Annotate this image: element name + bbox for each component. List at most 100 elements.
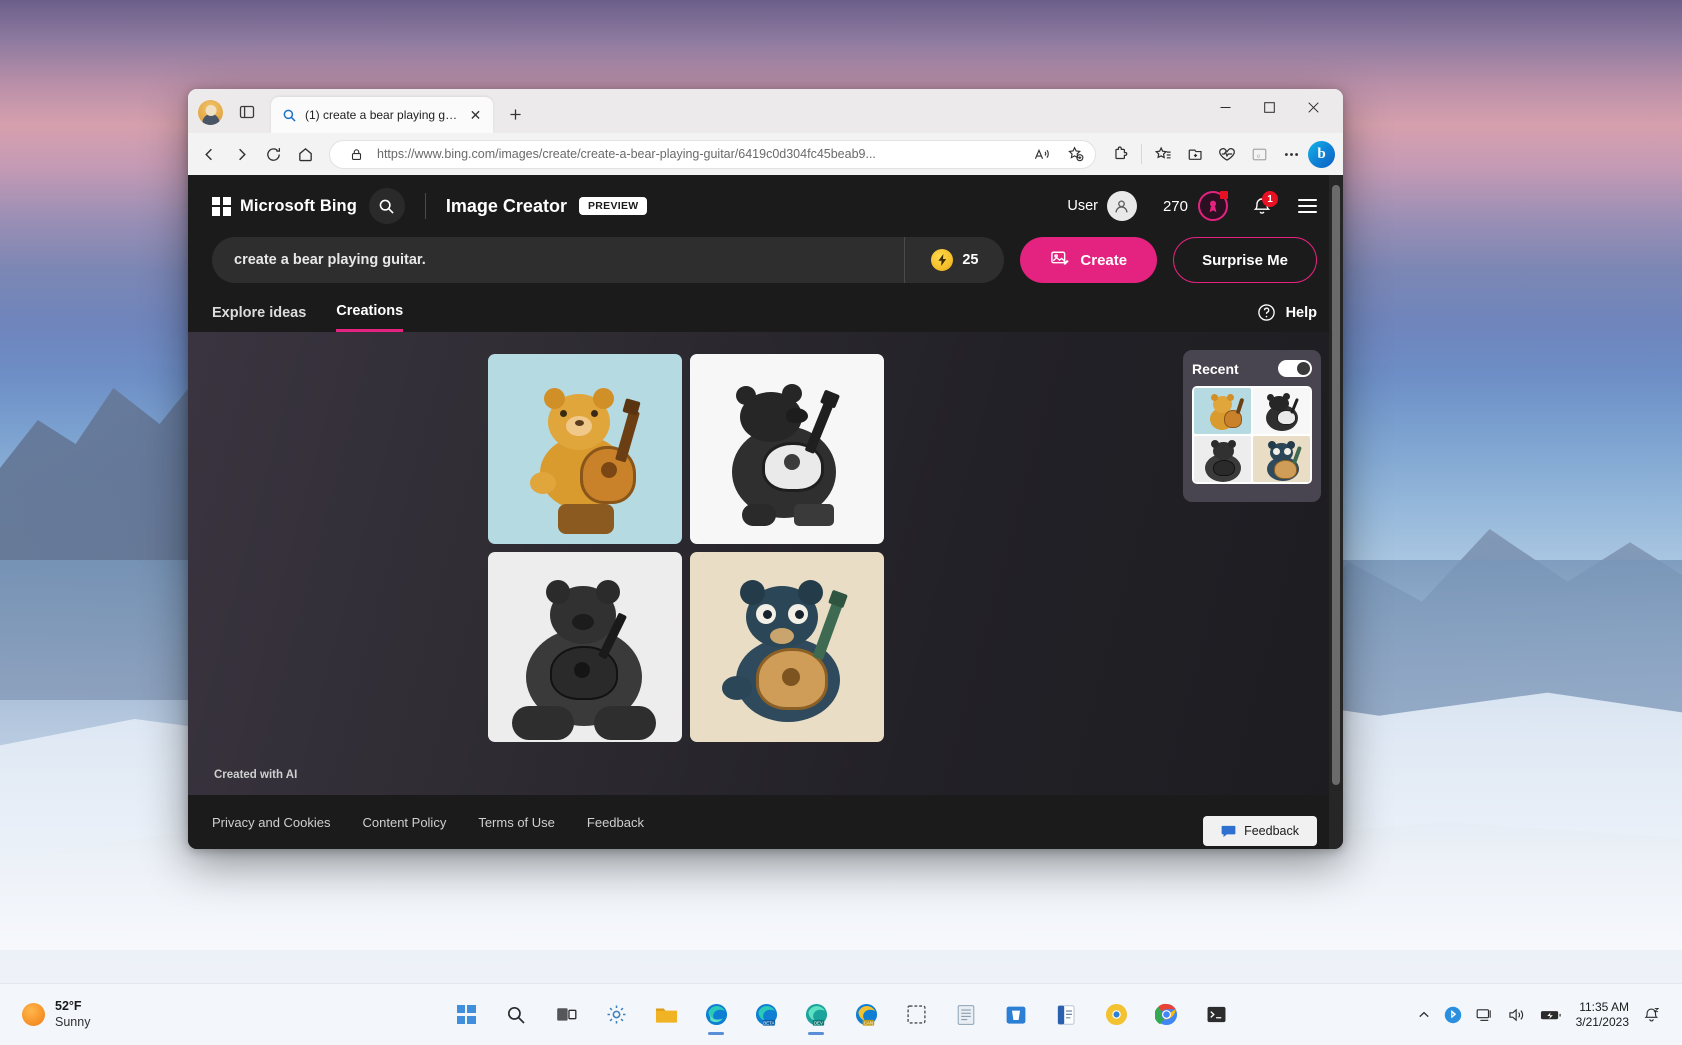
edge-beta-icon[interactable]: BETA (744, 993, 788, 1037)
recent-thumb-4[interactable] (1253, 436, 1310, 482)
recent-panel-title: Recent (1192, 361, 1239, 377)
surprise-me-label: Surprise Me (1202, 252, 1288, 269)
page-scrollbar[interactable] (1329, 175, 1343, 849)
search-icon[interactable] (494, 993, 538, 1037)
edge-canary-icon[interactable]: CAN (844, 993, 888, 1037)
rewards-points: 270 (1163, 198, 1188, 215)
rewards-medal-icon[interactable] (1198, 191, 1228, 221)
new-tab-button[interactable] (501, 100, 529, 128)
page-title: Image Creator (446, 196, 567, 217)
bluetooth-icon[interactable] (1444, 1006, 1462, 1024)
recent-thumb-1[interactable] (1194, 388, 1251, 434)
boost-counter[interactable]: 25 (904, 237, 1004, 283)
creation-image-4[interactable] (690, 552, 884, 742)
minimize-button[interactable] (1203, 89, 1247, 125)
address-bar-url: https://www.bing.com/images/create/creat… (377, 147, 1021, 161)
help-button[interactable]: Help (1257, 303, 1317, 332)
browser-tab[interactable]: (1) create a bear playing guitar - ✕ (271, 97, 493, 133)
google-chrome-icon[interactable] (1144, 993, 1188, 1037)
back-icon[interactable] (194, 139, 224, 169)
notification-bell-icon[interactable] (1643, 1006, 1660, 1023)
start-windows-icon[interactable] (444, 993, 488, 1037)
chrome-canary-icon[interactable] (1094, 993, 1138, 1037)
network-icon[interactable] (1476, 1007, 1494, 1023)
weather-widget[interactable]: 52°F Sunny (10, 999, 90, 1030)
feedback-button[interactable]: Feedback (1203, 816, 1317, 846)
browser-tabstrip: (1) create a bear playing guitar - ✕ (188, 89, 1343, 133)
tab-actions-icon[interactable] (233, 98, 261, 126)
microsoft-edge-icon[interactable] (694, 993, 738, 1037)
profile-avatar[interactable] (198, 100, 223, 125)
tab-explore-ideas[interactable]: Explore ideas (212, 305, 306, 331)
favorites-icon[interactable] (1148, 139, 1178, 169)
boost-count: 25 (962, 252, 978, 268)
refresh-icon[interactable] (258, 139, 288, 169)
terminal-icon[interactable] (1194, 993, 1238, 1037)
footer-link-content-policy[interactable]: Content Policy (363, 815, 447, 830)
preview-badge: PREVIEW (579, 197, 648, 215)
notepad-icon[interactable] (944, 993, 988, 1037)
settings-gear-icon[interactable] (594, 993, 638, 1037)
window-controls (1203, 89, 1335, 133)
settings-more-icon[interactable] (1276, 139, 1306, 169)
footer-link-terms[interactable]: Terms of Use (478, 815, 555, 830)
browser-tab-title: (1) create a bear playing guitar - (305, 108, 458, 122)
rewards-counter[interactable]: 270 (1163, 191, 1228, 221)
word-icon[interactable] (1044, 993, 1088, 1037)
home-icon[interactable] (290, 139, 320, 169)
recent-toggle[interactable] (1278, 360, 1312, 377)
task-view-icon[interactable] (544, 993, 588, 1037)
recent-thumb-3[interactable] (1194, 436, 1251, 482)
address-bar[interactable]: https://www.bing.com/images/create/creat… (329, 140, 1096, 169)
add-favorite-icon[interactable] (1063, 141, 1089, 167)
edge-dev-icon[interactable]: DEV (794, 993, 838, 1037)
footer-link-privacy[interactable]: Privacy and Cookies (212, 815, 331, 830)
system-tray: 11:35 AM 3/21/2023 (1418, 1000, 1672, 1030)
creation-image-3[interactable] (488, 552, 682, 742)
battery-charging-icon[interactable] (1540, 1008, 1562, 1022)
chevron-up-icon[interactable] (1418, 1009, 1430, 1021)
user-account[interactable]: User (1067, 191, 1137, 221)
help-label: Help (1286, 305, 1317, 321)
microsoft-bing-logo[interactable]: Microsoft Bing (212, 197, 357, 216)
weather-condition: Sunny (55, 1015, 90, 1031)
avatar[interactable] (1107, 191, 1137, 221)
volume-icon[interactable] (1508, 1007, 1526, 1023)
snipping-tool-icon[interactable] (894, 993, 938, 1037)
recent-thumb-2[interactable] (1253, 388, 1310, 434)
footer-link-feedback[interactable]: Feedback (587, 815, 644, 830)
bing-chat-icon[interactable]: b (1308, 141, 1335, 168)
file-explorer-icon[interactable] (644, 993, 688, 1037)
extensions-icon[interactable] (1105, 139, 1135, 169)
close-tab-icon[interactable]: ✕ (466, 106, 485, 125)
toolbar-divider (1141, 144, 1142, 164)
bear-guitar-illustration-cream (690, 552, 884, 742)
split-screen-icon[interactable]: e (1244, 139, 1274, 169)
read-aloud-icon[interactable] (1029, 141, 1055, 167)
browser-essentials-icon[interactable] (1212, 139, 1242, 169)
prompt-input[interactable]: create a bear playing guitar. (212, 252, 904, 268)
tab-creations[interactable]: Creations (336, 303, 403, 332)
bear-guitar-photo-grey (488, 552, 682, 742)
bing-search-favicon (282, 108, 297, 123)
create-button-label: Create (1080, 252, 1127, 269)
taskbar-clock[interactable]: 11:35 AM 3/21/2023 (1576, 1000, 1629, 1030)
hamburger-menu-icon[interactable] (1298, 199, 1317, 213)
maximize-button[interactable] (1247, 89, 1291, 125)
forward-icon[interactable] (226, 139, 256, 169)
prompt-container: create a bear playing guitar. 25 (212, 237, 1004, 283)
store-icon[interactable] (994, 993, 1038, 1037)
close-window-button[interactable] (1291, 89, 1335, 125)
windows-logo-icon (212, 197, 231, 216)
creation-image-2[interactable] (690, 354, 884, 544)
collections-icon[interactable] (1180, 139, 1210, 169)
creation-image-1[interactable] (488, 354, 682, 544)
prompt-toolbar: create a bear playing guitar. 25 Cre (188, 237, 1343, 283)
rewards-alert-dot (1220, 191, 1228, 199)
surprise-me-button[interactable]: Surprise Me (1173, 237, 1317, 283)
create-button[interactable]: Create (1020, 237, 1157, 283)
clock-date: 3/21/2023 (1576, 1015, 1629, 1030)
notifications-button[interactable]: 1 (1252, 196, 1272, 216)
search-icon[interactable] (369, 188, 405, 224)
scrollbar-thumb[interactable] (1332, 185, 1340, 785)
